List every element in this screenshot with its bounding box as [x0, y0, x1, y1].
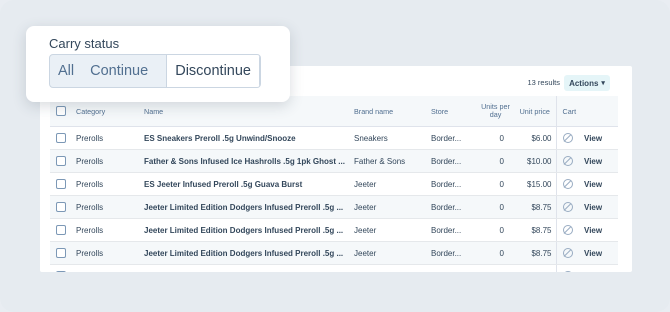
cell-category: Prerolls: [76, 126, 144, 150]
table-row[interactable]: PrerollsJeeter Limited Edition Dodgers I…: [50, 264, 618, 272]
cell-units: 0: [477, 172, 514, 196]
cell-price: $8.75: [514, 195, 556, 219]
cell-store: Border...: [431, 126, 477, 150]
col-store[interactable]: Store: [431, 96, 477, 127]
row-checkbox[interactable]: [56, 156, 66, 166]
cell-name[interactable]: Jeeter Limited Edition Dodgers Infused P…: [144, 241, 354, 265]
cell-store: Border...: [431, 172, 477, 196]
cell-price: $8.75: [514, 264, 556, 272]
table-row[interactable]: PrerollsJeeter Limited Edition Dodgers I…: [50, 218, 618, 242]
cell-brand: Jeeter: [354, 172, 431, 196]
actions-label: Actions: [569, 78, 599, 88]
carry-option-continue[interactable]: Continue: [82, 55, 156, 87]
row-checkbox[interactable]: [56, 179, 66, 189]
frame: 13 results Actions ▾ Category Name Brand…: [0, 0, 670, 312]
select-all-checkbox[interactable]: [56, 106, 66, 117]
col-cart: Cart: [555, 96, 584, 127]
row-checkbox[interactable]: [56, 248, 66, 258]
cell-store: Border...: [431, 195, 477, 219]
table-row[interactable]: PrerollsJeeter Limited Edition Dodgers I…: [50, 195, 618, 219]
cell-price: $6.00: [514, 126, 556, 150]
cell-name[interactable]: Jeeter Limited Edition Dodgers Infused P…: [144, 264, 354, 272]
col-units[interactable]: Units per day: [477, 96, 514, 127]
view-link[interactable]: View: [584, 126, 618, 150]
products-table: Category Name Brand name Store Units per…: [50, 96, 618, 272]
cell-name[interactable]: Jeeter Limited Edition Dodgers Infused P…: [144, 218, 354, 242]
cell-category: Prerolls: [76, 218, 144, 242]
chevron-down-icon: ▾: [601, 80, 605, 87]
cell-name[interactable]: Father & Sons Infused Ice Hashrolls .5g …: [144, 149, 354, 173]
cell-category: Prerolls: [76, 264, 144, 272]
cell-category: Prerolls: [76, 195, 144, 219]
results-count: 13 results: [527, 78, 560, 87]
carry-option-discontinue[interactable]: Discontinue: [166, 55, 260, 87]
cell-price: $8.75: [514, 241, 556, 265]
cell-units: 0: [477, 264, 514, 272]
cell-store: Border...: [431, 149, 477, 173]
view-link[interactable]: View: [584, 172, 618, 196]
cell-brand: Jeeter: [354, 241, 431, 265]
blocked-circle-icon[interactable]: [562, 156, 573, 166]
row-checkbox[interactable]: [56, 271, 66, 272]
cell-brand: Jeeter: [354, 195, 431, 219]
table-row[interactable]: Prerolls ES Sneakers Preroll .5g Unwind/S…: [50, 126, 618, 150]
cell-units: 0: [477, 126, 514, 150]
view-link[interactable]: View: [584, 241, 618, 265]
cell-store: Border...: [431, 241, 477, 265]
blocked-circle-icon[interactable]: [562, 202, 573, 212]
cell-price: $15.00: [514, 172, 556, 196]
cell-brand: Sneakers: [354, 126, 431, 150]
cell-units: 0: [477, 241, 514, 265]
blocked-circle-icon[interactable]: [562, 225, 573, 235]
table-row[interactable]: Prerolls Father & Sons Infused Ice Hashro…: [50, 149, 618, 173]
cell-brand: Father & Sons: [354, 149, 431, 173]
carry-status-popover: Carry status All Continue Discontinue: [26, 26, 290, 102]
blocked-circle-icon[interactable]: [562, 248, 573, 258]
cell-name[interactable]: Jeeter Limited Edition Dodgers Infused P…: [144, 195, 354, 219]
col-brand[interactable]: Brand name: [354, 96, 431, 127]
row-checkbox[interactable]: [56, 133, 66, 143]
cell-price: $10.00: [514, 149, 556, 173]
cell-name[interactable]: ES Jeeter Infused Preroll .5g Guava Burs…: [144, 172, 354, 196]
view-link[interactable]: View: [584, 264, 618, 272]
cell-category: Prerolls: [76, 149, 144, 173]
blocked-circle-icon[interactable]: [562, 133, 573, 143]
cell-brand: Jeeter: [354, 218, 431, 242]
carry-status-toggle: All Continue Discontinue: [49, 54, 261, 88]
carry-status-title: Carry status: [49, 36, 120, 51]
row-checkbox[interactable]: [56, 202, 66, 212]
view-link[interactable]: View: [584, 149, 618, 173]
cell-price: $8.75: [514, 218, 556, 242]
cell-store: Border...: [431, 218, 477, 242]
table-row[interactable]: Prerolls ES Jeeter Infused Preroll .5g Gu…: [50, 172, 618, 196]
carry-option-all[interactable]: All: [50, 55, 82, 87]
cell-units: 0: [477, 218, 514, 242]
blocked-circle-icon[interactable]: [562, 179, 573, 189]
col-price[interactable]: Unit price: [514, 96, 556, 127]
cell-units: 0: [477, 149, 514, 173]
cell-brand: Jeeter: [354, 264, 431, 272]
table-row[interactable]: PrerollsJeeter Limited Edition Dodgers I…: [50, 241, 618, 265]
row-checkbox[interactable]: [56, 225, 66, 235]
view-link[interactable]: View: [584, 195, 618, 219]
cell-category: Prerolls: [76, 172, 144, 196]
cell-store: Border...: [431, 264, 477, 272]
view-link[interactable]: View: [584, 218, 618, 242]
actions-button[interactable]: Actions ▾: [564, 75, 610, 91]
cell-category: Prerolls: [76, 241, 144, 265]
blocked-circle-icon[interactable]: [562, 271, 573, 272]
cell-name[interactable]: ES Sneakers Preroll .5g Unwind/Snooze: [144, 126, 354, 150]
col-view: [584, 96, 618, 127]
cell-units: 0: [477, 195, 514, 219]
